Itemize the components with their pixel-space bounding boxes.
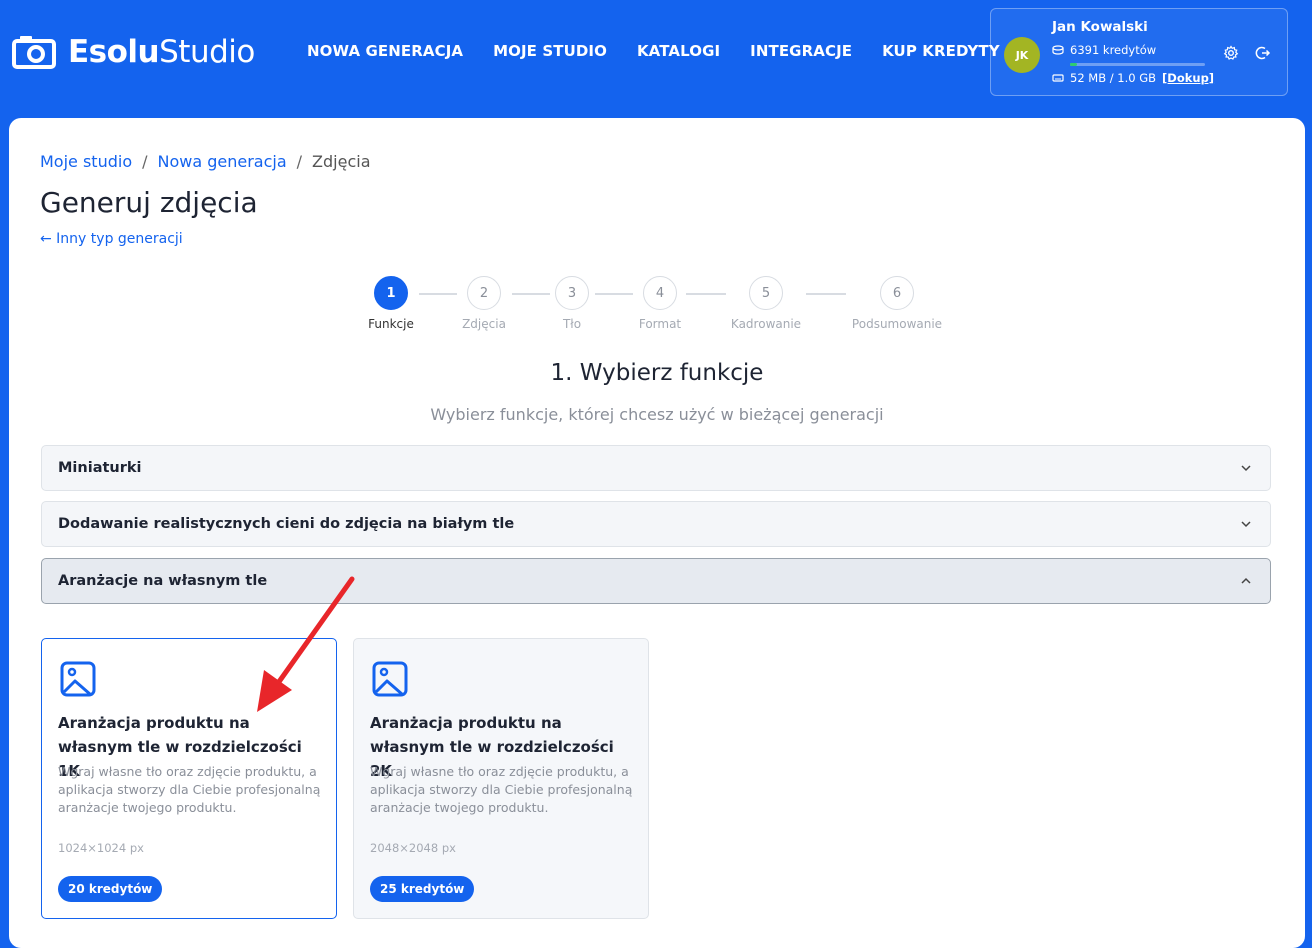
accordion-label: Miniaturki: [58, 460, 142, 476]
step-label: Funkcje: [368, 317, 414, 331]
storage-bar: [1070, 63, 1205, 66]
nav-katalogi[interactable]: KATALOGI: [637, 42, 720, 60]
image-icon: [60, 661, 96, 697]
logout-icon[interactable]: [1255, 45, 1271, 61]
step-3[interactable]: 3 Tło: [522, 276, 622, 331]
nav-moje-studio[interactable]: MOJE STUDIO: [493, 42, 607, 60]
price-badge: 20 kredytów: [58, 876, 163, 902]
step-4[interactable]: 4 Format: [610, 276, 710, 331]
step-label: Format: [638, 317, 682, 331]
stepper: 1 Funkcje 2 Zdjęcia 3 Tło 4 Format 5 Kad…: [9, 276, 1305, 336]
breadcrumb-nowa-generacja[interactable]: Nowa generacja: [158, 152, 287, 171]
credits-row: 6391 kredytów: [1052, 43, 1156, 57]
step-number: 6: [880, 276, 914, 310]
drive-icon: [1052, 74, 1064, 82]
step-5[interactable]: 5 Kadrowanie: [716, 276, 816, 331]
breadcrumb-current: Zdjęcia: [312, 152, 371, 171]
nav-kup-kredyty[interactable]: KUP KREDYTY: [882, 42, 1000, 60]
back-link[interactable]: ← Inny typ generacji: [40, 231, 183, 247]
coins-icon: [1052, 45, 1064, 55]
card-resolution: 1024×1024 px: [58, 841, 144, 855]
accordion-label: Aranżacje na własnym tle: [58, 573, 268, 589]
breadcrumb: Moje studio / Nowa generacja / Zdjęcia: [40, 152, 371, 171]
camera-icon: [12, 36, 56, 69]
avatar[interactable]: JK: [1004, 37, 1040, 73]
step-number: 5: [749, 276, 783, 310]
storage-row: 52 MB / 1.0 GB [Dokup]: [1052, 71, 1214, 85]
breadcrumb-separator: /: [142, 152, 148, 171]
breadcrumb-moje-studio[interactable]: Moje studio: [40, 152, 132, 171]
step-label: Tło: [562, 317, 582, 331]
price-badge: 25 kredytów: [370, 876, 475, 902]
accordion-aranzacje[interactable]: Aranżacje na własnym tle: [41, 558, 1271, 604]
logo-text: EsoluStudio: [68, 34, 255, 70]
option-card-1k[interactable]: Aranżacja produktu na własnym tle w rozd…: [41, 638, 337, 919]
topup-link[interactable]: [Dokup]: [1162, 71, 1214, 85]
step-label: Zdjęcia: [462, 317, 506, 331]
card-description: Wgraj własne tło oraz zdjęcie produktu, …: [370, 764, 633, 815]
step-6[interactable]: 6 Podsumowanie: [847, 276, 947, 331]
step-number: 4: [643, 276, 677, 310]
step-number: 3: [555, 276, 589, 310]
gear-icon[interactable]: [1223, 45, 1239, 61]
section-title: 1. Wybierz funkcje: [550, 360, 764, 386]
image-icon: [372, 661, 408, 697]
step-label: Kadrowanie: [730, 317, 802, 331]
chevron-down-icon: [1241, 521, 1251, 528]
card-description: Wgraj własne tło oraz zdjęcie produktu, …: [58, 764, 321, 815]
step-number: 1: [374, 276, 408, 310]
user-name: Jan Kowalski: [1052, 19, 1148, 35]
page-title: Generuj zdjęcia: [40, 186, 258, 219]
chevron-up-icon: [1241, 577, 1251, 584]
option-card-2k[interactable]: Aranżacja produktu na własnym tle w rozd…: [353, 638, 649, 919]
top-header: EsoluStudio NOWA GENERACJA MOJE STUDIO K…: [0, 0, 1312, 110]
storage-value: 52 MB / 1.0 GB: [1070, 71, 1157, 85]
user-card: JK Jan Kowalski 6391 kredytów 52 MB / 1.…: [990, 8, 1288, 96]
step-1[interactable]: 1 Funkcje: [341, 276, 441, 331]
accordion-label: Dodawanie realistycznych cieni do zdjęci…: [58, 516, 515, 532]
section-subtitle: Wybierz funkcje, której chcesz użyć w bi…: [430, 405, 884, 424]
logo[interactable]: EsoluStudio: [12, 34, 255, 70]
nav-nowa-generacja[interactable]: NOWA GENERACJA: [307, 42, 463, 60]
accordion-cienie[interactable]: Dodawanie realistycznych cieni do zdjęci…: [41, 501, 1271, 547]
step-2[interactable]: 2 Zdjęcia: [434, 276, 534, 331]
accordion-miniaturki[interactable]: Miniaturki: [41, 445, 1271, 491]
storage-fill: [1070, 63, 1077, 66]
credits-value: 6391 kredytów: [1070, 43, 1157, 57]
step-number: 2: [467, 276, 501, 310]
main-panel: Moje studio / Nowa generacja / Zdjęcia G…: [9, 118, 1305, 948]
nav-integracje[interactable]: INTEGRACJE: [750, 42, 852, 60]
card-resolution: 2048×2048 px: [370, 841, 456, 855]
breadcrumb-separator: /: [296, 152, 303, 171]
main-nav: NOWA GENERACJA MOJE STUDIO KATALOGI INTE…: [307, 42, 1000, 60]
step-label: Podsumowanie: [851, 317, 943, 331]
chevron-down-icon: [1241, 465, 1251, 472]
